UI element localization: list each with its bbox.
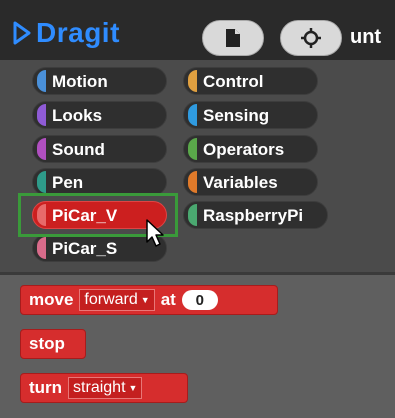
category-variables[interactable]: Variables — [183, 168, 318, 196]
settings-button[interactable] — [280, 20, 342, 56]
category-label: Pen — [52, 172, 84, 192]
category-color-swatch — [37, 171, 46, 193]
mouse-cursor-icon — [146, 219, 164, 247]
file-icon — [226, 29, 240, 47]
turn-direction-dropdown[interactable]: straight ▼ — [68, 377, 143, 399]
project-title[interactable]: unt — [350, 26, 381, 49]
turn-block[interactable]: turn straight ▼ — [20, 373, 188, 403]
category-panel: Motion Control Looks Sensing Sound Opera… — [0, 60, 395, 272]
category-label: Operators — [203, 139, 285, 159]
category-color-swatch — [188, 104, 197, 126]
category-raspberrypi[interactable]: RaspberryPi — [183, 201, 328, 229]
direction-dropdown[interactable]: forward ▼ — [79, 289, 155, 311]
category-label: Variables — [203, 172, 278, 192]
stop-keyword: stop — [29, 334, 65, 353]
category-color-swatch — [37, 237, 46, 259]
palette-divider — [0, 272, 395, 275]
direction-value: forward — [84, 291, 138, 308]
category-color-swatch — [188, 171, 197, 193]
top-bar: Dragit unt — [0, 0, 395, 60]
category-color-swatch — [188, 70, 197, 92]
dropdown-arrow-icon: ▼ — [140, 295, 150, 305]
category-color-swatch — [37, 104, 46, 126]
stop-block[interactable]: stop — [20, 329, 86, 359]
at-keyword: at — [160, 290, 176, 309]
new-file-button[interactable] — [202, 20, 264, 56]
category-label: RaspberryPi — [203, 205, 304, 225]
category-color-swatch — [188, 204, 197, 226]
category-color-swatch — [188, 138, 197, 160]
category-control[interactable]: Control — [183, 67, 318, 95]
category-label: Sound — [52, 139, 105, 159]
category-operators[interactable]: Operators — [183, 135, 318, 163]
move-block[interactable]: move forward ▼ at 0 — [20, 285, 278, 315]
category-label: Looks — [52, 105, 103, 125]
speed-input[interactable]: 0 — [181, 290, 218, 310]
category-label: PiCar_S — [52, 238, 118, 258]
turn-direction-value: straight — [73, 379, 126, 396]
app-logo: Dragit — [12, 19, 120, 47]
category-motion[interactable]: Motion — [32, 67, 167, 95]
category-label: Sensing — [203, 105, 270, 125]
category-pen[interactable]: Pen — [32, 168, 167, 196]
dragit-logo-icon — [13, 21, 31, 45]
category-label: Control — [203, 71, 264, 91]
category-color-swatch — [37, 70, 46, 92]
category-sound[interactable]: Sound — [32, 135, 167, 163]
category-sensing[interactable]: Sensing — [183, 101, 318, 129]
app-name: Dragit — [36, 17, 120, 48]
blocks-palette: move forward ▼ at 0 stop turn straight ▼ — [0, 272, 395, 418]
move-keyword: move — [29, 290, 74, 309]
dropdown-arrow-icon: ▼ — [128, 383, 138, 393]
category-label: Motion — [52, 71, 108, 91]
category-color-swatch — [37, 138, 46, 160]
turn-keyword: turn — [29, 378, 63, 397]
gear-icon — [301, 28, 321, 48]
category-looks[interactable]: Looks — [32, 101, 167, 129]
